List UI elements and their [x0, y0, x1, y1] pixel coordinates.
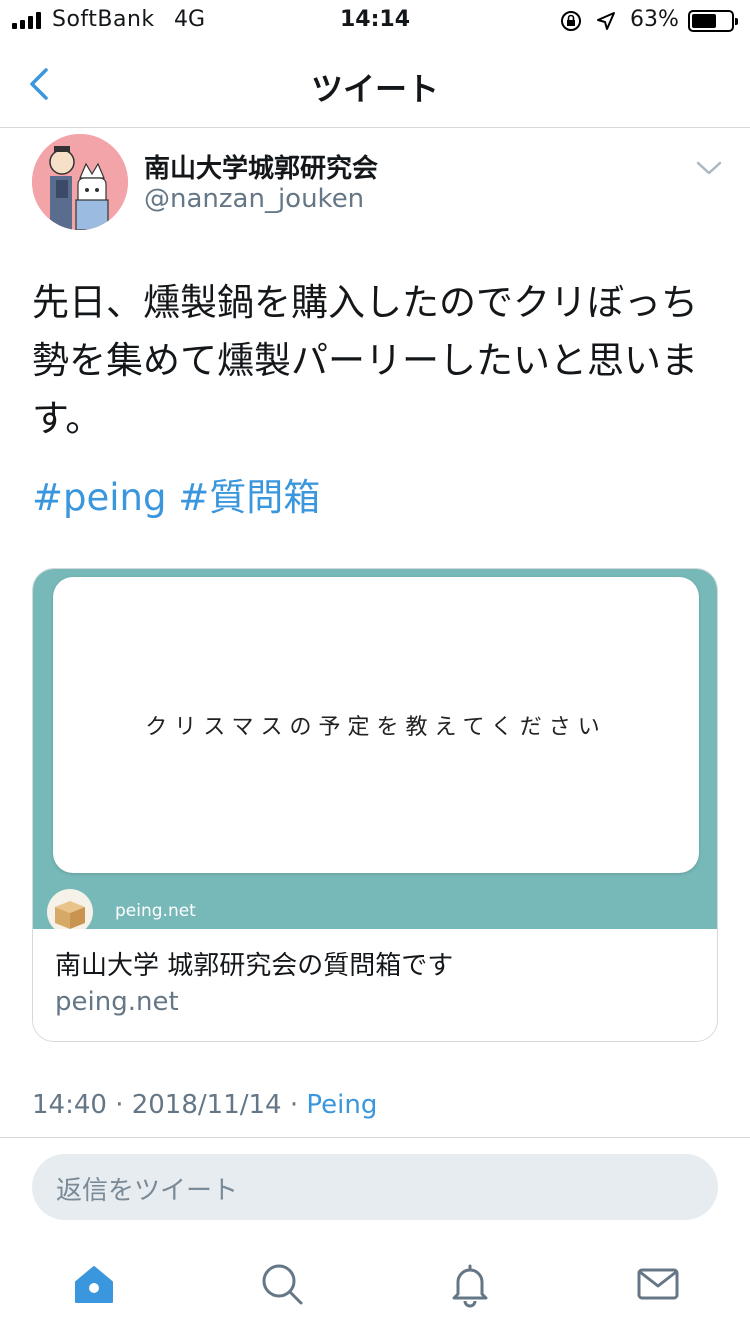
- page-title: ツイート: [310, 70, 439, 108]
- messages-icon[interactable]: [634, 1260, 682, 1308]
- link-card[interactable]: クリスマスの予定を教えてください peing.net 南山大学 城郭研究会の質問…: [32, 568, 718, 1042]
- tweet-meta: 14:40 · 2018/11/14 · Peing: [32, 1090, 377, 1120]
- tweet-timestamp: 14:40 · 2018/11/14 ·: [32, 1090, 307, 1120]
- home-icon[interactable]: [70, 1260, 118, 1308]
- card-domain: peing.net: [55, 987, 179, 1017]
- tab-bar: [0, 1240, 750, 1334]
- divider: [0, 1137, 750, 1138]
- avatar-illustration: [32, 134, 128, 230]
- hashtag-question-box[interactable]: #質問箱: [178, 476, 320, 519]
- chevron-down-icon[interactable]: [694, 156, 724, 180]
- reply-field[interactable]: 返信をツイート: [32, 1154, 718, 1220]
- hashtag-list: #peing #質問箱: [32, 470, 320, 526]
- card-body: 南山大学 城郭研究会の質問箱です peing.net: [33, 929, 717, 1041]
- reply-placeholder: 返信をツイート: [56, 1176, 239, 1206]
- battery-percent: 63%: [630, 7, 679, 32]
- card-title: 南山大学 城郭研究会の質問箱です: [55, 951, 454, 981]
- status-bar: SoftBank 4G 14:14 63%: [0, 0, 750, 40]
- tweet-text: 先日、燻製鍋を購入したのでクリぼっち勢を集めて燻製パーリーしたいと思います。: [32, 281, 698, 440]
- display-name[interactable]: 南山大学城郭研究会: [144, 148, 378, 185]
- avatar[interactable]: [32, 134, 128, 230]
- screen-name[interactable]: @nanzan_jouken: [144, 184, 364, 214]
- battery-icon: [688, 10, 738, 32]
- question-panel: クリスマスの予定を教えてください: [53, 577, 699, 873]
- navigation-bar: ツイート: [0, 40, 750, 128]
- location-arrow-icon: [597, 12, 615, 30]
- search-icon[interactable]: [258, 1260, 306, 1308]
- card-image: クリスマスの予定を教えてください peing.net: [33, 569, 717, 935]
- hashtag-peing[interactable]: #peing: [32, 476, 166, 519]
- rotation-lock-icon: [561, 11, 581, 31]
- notifications-icon[interactable]: [446, 1260, 494, 1308]
- card-question-text: クリスマスの予定を教えてください: [145, 715, 607, 740]
- card-site-label: peing.net: [115, 901, 196, 921]
- tweet-source-link[interactable]: Peing: [306, 1090, 377, 1120]
